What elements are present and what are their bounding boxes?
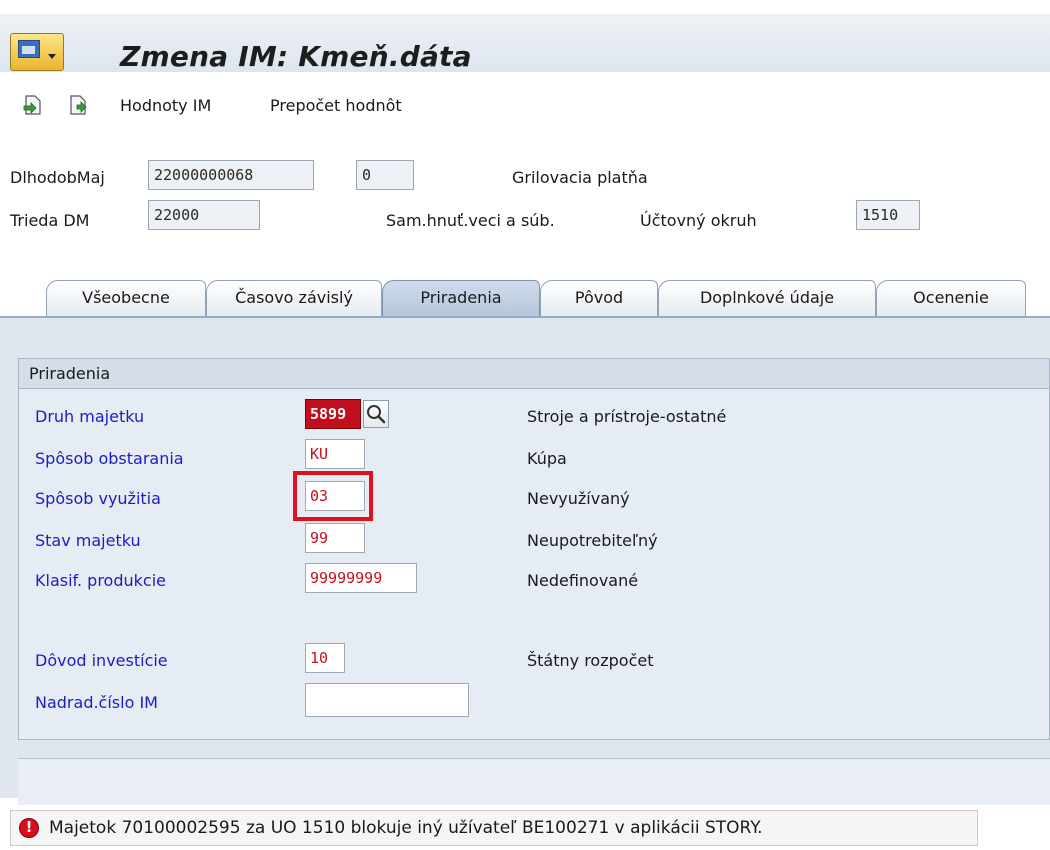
- druh-majetku-input[interactable]: 5899: [305, 399, 361, 429]
- druh-majetku-description: Stroje a prístroje-ostatné: [527, 407, 727, 426]
- chevron-down-icon: [48, 54, 56, 59]
- title-bar: Zmena IM: Kmeň.dáta: [0, 14, 1050, 73]
- stav-majetku-description: Neupotrebiteľný: [527, 531, 658, 550]
- dovod-investicie-label[interactable]: Dôvod investície: [35, 651, 168, 670]
- other-object-icon[interactable]: [22, 94, 42, 116]
- tab-strip: Všeobecne Časovo závislý Priradenia Pôvo…: [0, 262, 1050, 318]
- tab-content: Priradenia Druh majetku 5899 Stroje a pr…: [0, 318, 1050, 805]
- klasif-produkcie-label[interactable]: Klasif. produkcie: [35, 571, 166, 590]
- search-help-button[interactable]: [363, 400, 389, 428]
- sposob-obstarania-description: Kúpa: [527, 449, 567, 468]
- stav-majetku-input[interactable]: 99: [305, 523, 365, 553]
- lower-group-area: [18, 758, 1050, 805]
- assignments-group: Priradenia Druh majetku 5899 Stroje a pr…: [18, 358, 1050, 740]
- stav-majetku-label[interactable]: Stav majetku: [35, 531, 141, 550]
- tab-doplnkove-udaje[interactable]: Doplnkové údaje: [658, 280, 876, 316]
- nadrad-cislo-im-input[interactable]: [305, 683, 469, 717]
- tab-povod[interactable]: Pôvod: [540, 280, 658, 316]
- search-icon: [367, 405, 386, 424]
- asset-class-field[interactable]: 22000: [148, 200, 260, 230]
- tab-ocenenie[interactable]: Ocenenie: [876, 280, 1026, 316]
- sposob-vyuzitia-label[interactable]: Spôsob využitia: [35, 489, 161, 508]
- status-message: Majetok 70100002595 za UO 1510 blokuje i…: [49, 818, 763, 838]
- uctovny-okruh-label: Účtovný okruh: [640, 211, 757, 230]
- group-title: Priradenia: [19, 359, 1049, 389]
- tab-casovo-zavisly[interactable]: Časovo závislý: [206, 280, 382, 316]
- dlhodobmaj-label: DlhodobMaj: [10, 168, 105, 187]
- status-bar[interactable]: Majetok 70100002595 za UO 1510 blokuje i…: [10, 810, 978, 846]
- klasif-produkcie-input[interactable]: 99999999: [305, 563, 417, 593]
- asset-description: Grilovacia platňa: [512, 168, 648, 187]
- window-glyph-icon: [18, 40, 40, 58]
- company-code-field[interactable]: 1510: [856, 200, 920, 230]
- error-icon: [19, 818, 39, 838]
- nadrad-cislo-im-label[interactable]: Nadrad.číslo IM: [35, 693, 158, 712]
- tab-vseobecne[interactable]: Všeobecne: [46, 280, 206, 316]
- dovod-investicie-description: Štátny rozpočet: [527, 651, 654, 670]
- asset-class-description: Sam.hnuť.veci a súb.: [386, 211, 555, 230]
- prepocet-hodnot-button[interactable]: Prepočet hodnôt: [270, 96, 402, 115]
- application-toolbar: Hodnoty IM Prepočet hodnôt: [0, 86, 1050, 126]
- druh-majetku-label[interactable]: Druh majetku: [35, 407, 144, 426]
- system-menu-icon[interactable]: [10, 33, 64, 71]
- sposob-obstarania-input[interactable]: KU: [305, 439, 365, 469]
- sposob-obstarania-label[interactable]: Spôsob obstarania: [35, 449, 184, 468]
- highlight-annotation: [293, 471, 373, 521]
- asset-subnumber-field[interactable]: 0: [356, 160, 414, 190]
- display-change-icon[interactable]: [68, 94, 88, 116]
- dovod-investicie-input[interactable]: 10: [305, 643, 345, 673]
- asset-number-field[interactable]: 22000000068: [148, 160, 314, 190]
- hodnoty-im-button[interactable]: Hodnoty IM: [120, 96, 211, 115]
- trieda-dm-label: Trieda DM: [10, 211, 90, 230]
- window-title: Zmena IM: Kmeň.dáta: [120, 40, 472, 73]
- klasif-produkcie-description: Nedefinované: [527, 571, 639, 590]
- tab-priradenia[interactable]: Priradenia: [382, 280, 540, 316]
- sposob-vyuzitia-description: Nevyužívaný: [527, 489, 630, 508]
